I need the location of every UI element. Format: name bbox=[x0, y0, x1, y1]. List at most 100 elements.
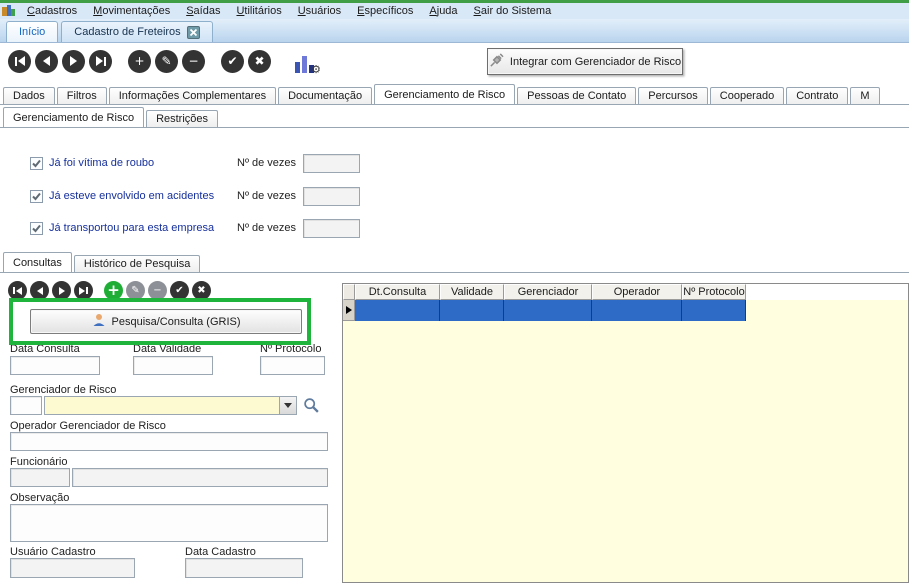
nav-prev-button[interactable] bbox=[35, 50, 58, 73]
edit-button[interactable]: ✎ bbox=[155, 50, 178, 73]
search-icon[interactable] bbox=[303, 397, 321, 415]
menubar: Cadastros Movimentações Saídas Utilitári… bbox=[0, 3, 909, 19]
funcionario-name-input[interactable] bbox=[72, 468, 328, 487]
times-input-roubo[interactable] bbox=[303, 154, 360, 173]
menu-item-label: tilitários bbox=[244, 5, 281, 17]
operador-input[interactable] bbox=[10, 432, 328, 451]
consulta-grid: Dt.Consulta Validade Gerenciador Operado… bbox=[342, 283, 909, 583]
consulta-nav-last-button[interactable] bbox=[74, 281, 93, 300]
tab-informacoes-complementares[interactable]: Informações Complementares bbox=[109, 87, 276, 104]
data-consulta-input[interactable] bbox=[10, 356, 100, 375]
menu-item-label: juda bbox=[437, 5, 458, 17]
tab-contrato[interactable]: Contrato bbox=[786, 87, 848, 104]
cancel-button[interactable]: ✖ bbox=[248, 50, 271, 73]
integrate-button-label: Integrar com Gerenciador de Risco bbox=[510, 56, 681, 68]
tab-consultas[interactable]: Consultas bbox=[3, 252, 72, 273]
close-tab-icon[interactable] bbox=[187, 26, 200, 39]
pesquisa-consulta-gris-button[interactable]: Pesquisa/Consulta (GRIS) bbox=[30, 309, 302, 334]
subtab-gerenciamento-de-risco[interactable]: Gerenciamento de Risco bbox=[3, 107, 144, 128]
times-label: Nº de vezes bbox=[237, 157, 296, 169]
tab-clipped[interactable]: M bbox=[850, 87, 879, 104]
grid-body[interactable] bbox=[343, 300, 908, 582]
menu-item-label: adastros bbox=[35, 5, 77, 17]
tab-pessoas-de-contato[interactable]: Pessoas de Contato bbox=[517, 87, 636, 104]
selected-grid-row[interactable] bbox=[355, 300, 746, 321]
data-consulta-label: Data Consulta bbox=[10, 343, 80, 355]
data-validade-input[interactable] bbox=[133, 356, 213, 375]
tab-historico-pesquisa[interactable]: Histórico de Pesquisa bbox=[74, 255, 200, 272]
tab-dados[interactable]: Dados bbox=[3, 87, 55, 104]
menu-item-utilitarios[interactable]: Utilitários bbox=[228, 3, 289, 19]
delete-button[interactable]: − bbox=[182, 50, 205, 73]
gear-icon: ⚙ bbox=[311, 63, 321, 76]
times-input-transportou[interactable] bbox=[303, 219, 360, 238]
funcionario-code-input[interactable] bbox=[10, 468, 70, 487]
grid-cell bbox=[440, 300, 504, 321]
subtab-restricoes[interactable]: Restrições bbox=[146, 110, 218, 127]
checkbox-vitima-roubo[interactable] bbox=[30, 157, 43, 170]
usuario-cadastro-input[interactable] bbox=[10, 558, 135, 578]
menu-item-sair[interactable]: Sair do Sistema bbox=[466, 3, 560, 19]
grid-col-dt-consulta[interactable]: Dt.Consulta bbox=[355, 284, 440, 300]
add-button[interactable]: + bbox=[128, 50, 151, 73]
consulta-edit-button[interactable]: ✎ bbox=[126, 281, 145, 300]
search-button-label: Pesquisa/Consulta (GRIS) bbox=[112, 316, 241, 328]
chevron-down-icon bbox=[284, 403, 292, 408]
funcionario-label: Funcionário bbox=[10, 456, 67, 468]
grid-col-num-protocolo[interactable]: Nº Protocolo bbox=[682, 284, 746, 300]
checkbox-label: Já transportou para esta empresa bbox=[49, 222, 214, 234]
times-input-acidentes[interactable] bbox=[303, 187, 360, 206]
main-toolbar: + ✎ − ✔ ✖ ⚙ Integrar com Gerenciador de … bbox=[0, 43, 909, 84]
data-cadastro-input[interactable] bbox=[185, 558, 303, 578]
tab-cooperado[interactable]: Cooperado bbox=[710, 87, 784, 104]
nav-next-button[interactable] bbox=[62, 50, 85, 73]
times-label: Nº de vezes bbox=[237, 190, 296, 202]
checkbox-acidentes[interactable] bbox=[30, 190, 43, 203]
menu-item-usuarios[interactable]: Usuários bbox=[290, 3, 349, 19]
nav-first-button[interactable] bbox=[8, 50, 31, 73]
grid-cell bbox=[592, 300, 682, 321]
grid-col-gerenciador[interactable]: Gerenciador bbox=[504, 284, 592, 300]
menu-item-cadastros[interactable]: Cadastros bbox=[19, 3, 85, 19]
tab-documentacao[interactable]: Documentação bbox=[278, 87, 372, 104]
menu-item-especificos[interactable]: Específicos bbox=[349, 3, 421, 19]
menu-item-saidas[interactable]: Saídas bbox=[178, 3, 228, 19]
gerenciador-code-input[interactable] bbox=[10, 396, 42, 415]
consulta-confirm-button[interactable]: ✔ bbox=[170, 281, 189, 300]
check-row-roubo: Já foi vítima de roubo Nº de vezes bbox=[30, 154, 370, 172]
combobox-value bbox=[45, 397, 279, 414]
tab-filtros[interactable]: Filtros bbox=[57, 87, 107, 104]
gerenciador-combobox[interactable] bbox=[44, 396, 297, 415]
consulta-nav-next-button[interactable] bbox=[52, 281, 71, 300]
combo-dropdown-button[interactable] bbox=[279, 397, 296, 414]
consulta-delete-button[interactable]: − bbox=[148, 281, 167, 300]
confirm-button[interactable]: ✔ bbox=[221, 50, 244, 73]
app-window: Cadastros Movimentações Saídas Utilitári… bbox=[0, 0, 909, 583]
menu-item-movimentacoes[interactable]: Movimentações bbox=[85, 3, 178, 19]
chart-report-icon[interactable]: ⚙ bbox=[293, 49, 319, 73]
menu-item-ajuda[interactable]: Ajuda bbox=[421, 3, 465, 19]
tab-inicio[interactable]: Início bbox=[6, 21, 58, 42]
nav-last-button[interactable] bbox=[89, 50, 112, 73]
check-row-transportou: Já transportou para esta empresa Nº de v… bbox=[30, 219, 370, 237]
checkbox-label: Já foi vítima de roubo bbox=[49, 157, 154, 169]
grid-col-operador[interactable]: Operador bbox=[592, 284, 682, 300]
grid-cell bbox=[504, 300, 592, 321]
consulta-add-button[interactable]: + bbox=[104, 281, 123, 300]
tab-label: Início bbox=[19, 23, 45, 42]
consulta-nav-prev-button[interactable] bbox=[30, 281, 49, 300]
tab-percursos[interactable]: Percursos bbox=[638, 87, 708, 104]
integrate-risk-button[interactable]: Integrar com Gerenciador de Risco bbox=[487, 48, 683, 75]
tab-gerenciamento-de-risco[interactable]: Gerenciamento de Risco bbox=[374, 84, 515, 105]
main-tab-strip: Dados Filtros Informações Complementares… bbox=[0, 84, 909, 105]
checkbox-label: Já esteve envolvido em acidentes bbox=[49, 190, 214, 202]
grid-col-validade[interactable]: Validade bbox=[440, 284, 504, 300]
consulta-cancel-button[interactable]: ✖ bbox=[192, 281, 211, 300]
menu-item-label: specíficos bbox=[364, 5, 413, 17]
consulta-nav-first-button[interactable] bbox=[8, 281, 27, 300]
num-protocolo-input[interactable] bbox=[260, 356, 325, 375]
consulta-toolbar: + ✎ − ✔ ✖ bbox=[8, 281, 214, 300]
checkbox-transportou[interactable] bbox=[30, 222, 43, 235]
observacao-textarea[interactable] bbox=[10, 504, 328, 542]
tab-cadastro-freteiros[interactable]: Cadastro de Freteiros bbox=[61, 21, 212, 42]
